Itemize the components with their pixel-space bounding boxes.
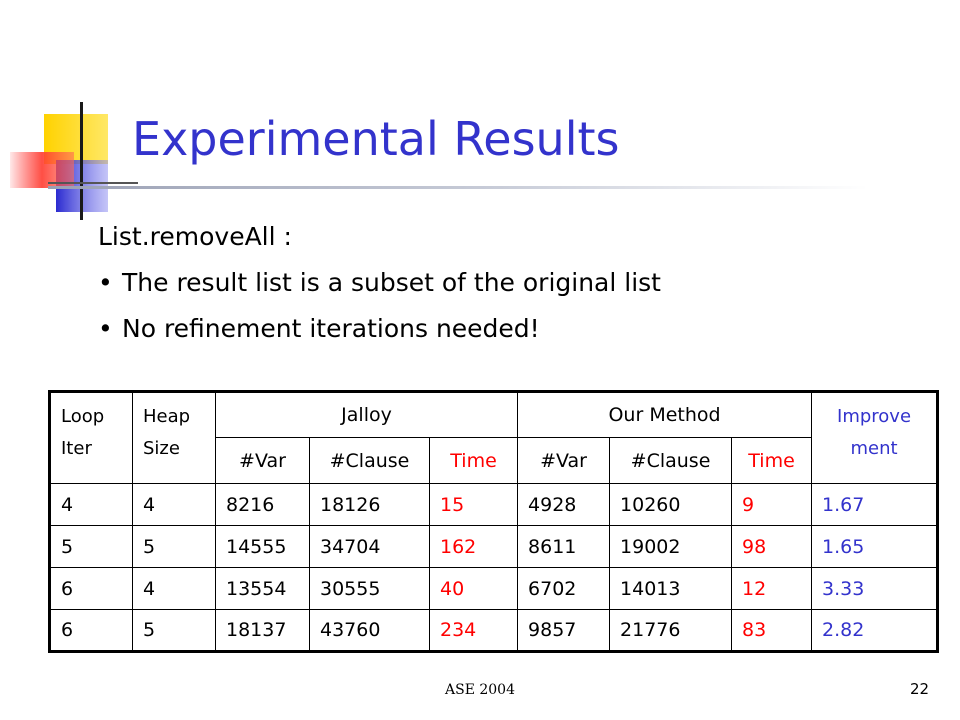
subheader-ours-var: #Var (517, 437, 611, 484)
table-row: 6 5 18137 43760 234 9857 21776 83 2.82 (49, 609, 939, 652)
cell-jalloy-time: 162 (428, 525, 519, 568)
cell-ours-time: 98 (731, 525, 813, 568)
cell-loop-iter: 5 (49, 525, 133, 568)
cell-loop-iter: 4 (49, 483, 133, 526)
table-row: 6 4 13554 30555 40 6702 14013 12 3.33 (49, 567, 939, 610)
cell-ours-var: 8611 (517, 525, 611, 568)
cell-improvement: 1.67 (811, 483, 939, 526)
cell-ours-clause: 10260 (609, 483, 733, 526)
cell-ours-clause: 14013 (609, 567, 733, 610)
cell-jalloy-var: 13554 (215, 567, 310, 610)
cell-loop-iter: 6 (49, 609, 133, 652)
header-loop-iter: Loop Iter (49, 391, 133, 484)
cell-improvement: 1.65 (811, 525, 939, 568)
header-text: Loop (61, 406, 105, 427)
table-row: 4 4 8216 18126 15 4928 10260 9 1.67 (49, 483, 939, 526)
cell-heap-size: 4 (132, 567, 216, 610)
cell-ours-time: 83 (731, 609, 813, 652)
page-title: Experimental Results (132, 112, 620, 166)
header-row: Loop Iter Heap Size Jalloy Our Method Im… (49, 391, 939, 484)
cell-jalloy-var: 18137 (215, 609, 310, 652)
header-our-method: Our Method (517, 391, 813, 438)
subheader-jalloy-var: #Var (215, 437, 310, 484)
cell-jalloy-clause: 30555 (309, 567, 430, 610)
cell-loop-iter: 6 (49, 567, 133, 610)
cell-jalloy-time: 15 (428, 483, 519, 526)
bullet-text: The result list is a subset of the origi… (122, 268, 661, 297)
title-divider (48, 186, 868, 189)
cell-improvement: 3.33 (811, 567, 939, 610)
cell-heap-size: 5 (132, 609, 216, 652)
cell-ours-clause: 21776 (609, 609, 733, 652)
cell-jalloy-clause: 18126 (309, 483, 430, 526)
header-heap-size: Heap Size (132, 391, 216, 484)
cell-ours-clause: 19002 (609, 525, 733, 568)
cell-jalloy-time: 234 (428, 609, 519, 652)
subheader-jalloy-clause: #Clause (309, 437, 430, 484)
header-text: Size (143, 437, 180, 459)
cell-ours-var: 6702 (517, 567, 611, 610)
bullet-item: • No refinement iterations needed! (98, 314, 540, 343)
cell-ours-var: 9857 (517, 609, 611, 652)
header-text: Improve (837, 406, 912, 427)
bullet-item: • The result list is a subset of the orig… (98, 268, 661, 297)
footer-text: ASE 2004 (445, 682, 515, 698)
header-jalloy: Jalloy (214, 391, 519, 438)
header-text: ment (850, 437, 898, 459)
cell-ours-var: 4928 (517, 483, 611, 526)
results-table: Loop Iter Heap Size Jalloy Our Method Im… (48, 390, 940, 653)
cell-improvement: 2.82 (811, 609, 939, 652)
cell-jalloy-clause: 43760 (309, 609, 430, 652)
subheader-ours-clause: #Clause (609, 437, 733, 484)
cell-ours-time: 12 (731, 567, 813, 610)
bullet-text: No refinement iterations needed! (122, 314, 540, 343)
cell-heap-size: 4 (132, 483, 216, 526)
subheader-jalloy-time: Time (428, 437, 519, 484)
page-number: 22 (910, 680, 930, 698)
header-improvement: Improve ment (811, 391, 939, 484)
cell-jalloy-var: 14555 (215, 525, 310, 568)
table-row: 5 5 14555 34704 162 8611 19002 98 1.65 (49, 525, 939, 568)
section-heading: List.removeAll : (98, 222, 292, 251)
cell-jalloy-clause: 34704 (309, 525, 430, 568)
bullet-dot-icon: • (98, 314, 113, 343)
subheader-ours-time: Time (731, 437, 813, 484)
bullet-dot-icon: • (98, 268, 113, 297)
header-text: Heap (143, 406, 191, 427)
cell-jalloy-var: 8216 (215, 483, 310, 526)
header-text: Iter (61, 437, 92, 459)
cell-heap-size: 5 (132, 525, 216, 568)
cell-ours-time: 9 (731, 483, 813, 526)
cell-jalloy-time: 40 (428, 567, 519, 610)
